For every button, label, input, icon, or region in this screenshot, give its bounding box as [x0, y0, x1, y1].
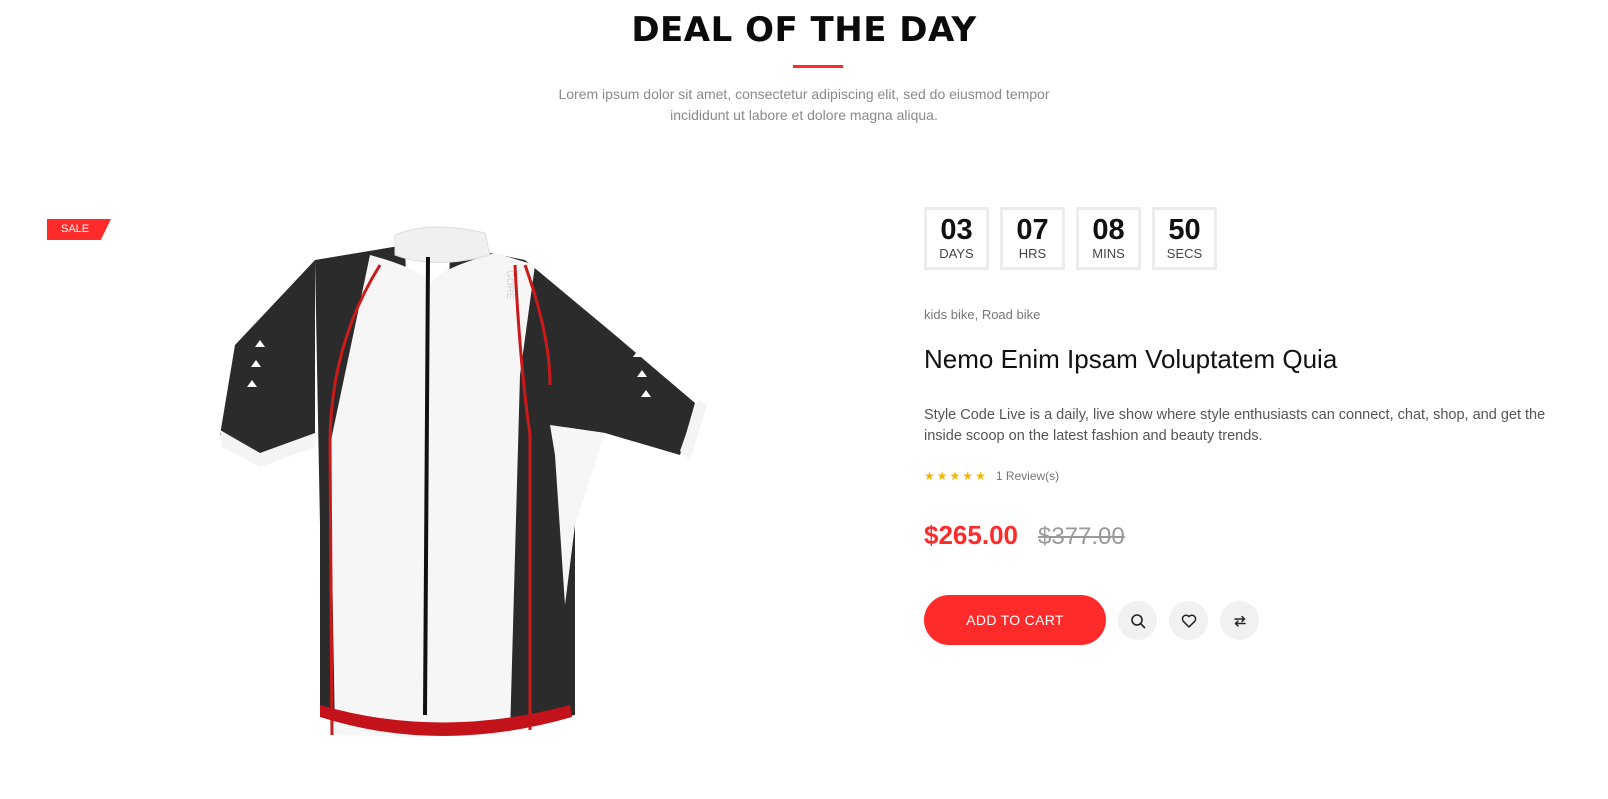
- product-title[interactable]: Nemo Enim Ipsam Voluptatem Quia: [924, 344, 1337, 375]
- star-icon: ★: [975, 469, 986, 483]
- heart-icon: [1181, 614, 1196, 628]
- compare-icon: [1233, 615, 1246, 627]
- category-link[interactable]: kids bike: [924, 307, 975, 322]
- countdown-days: 03 DAYS: [924, 207, 989, 270]
- section-subtitle: Lorem ipsum dolor sit amet, consectetur …: [558, 86, 1050, 123]
- old-price: $377.00: [1038, 523, 1125, 550]
- sale-badge: SALE: [47, 219, 111, 240]
- product-categories: kids bike, Road bike: [924, 307, 1041, 322]
- quick-view-button[interactable]: [1118, 601, 1157, 640]
- product-rating: ★ ★ ★ ★ ★ 1 Review(s): [924, 469, 1059, 483]
- star-icon: ★: [949, 469, 961, 483]
- jersey-brand-label: GORE: [504, 270, 515, 300]
- product-description: Style Code Live is a daily, live show wh…: [924, 407, 1546, 444]
- countdown-timer: 03 DAYS 07 HRS 08 MINS 50 SECS: [924, 207, 1217, 270]
- current-price: $265.00: [924, 520, 1018, 550]
- add-to-cart-button[interactable]: ADD TO CART: [924, 595, 1106, 645]
- search-icon: [1130, 613, 1145, 628]
- section-title: DEAL OF THE DAY: [631, 10, 977, 50]
- review-count[interactable]: 1 Review(s): [996, 469, 1059, 483]
- countdown-hours: 07 HRS: [1000, 207, 1065, 270]
- category-link[interactable]: Road bike: [982, 307, 1041, 322]
- product-image-jersey[interactable]: GORE: [220, 225, 720, 750]
- star-icon: ★: [962, 469, 974, 483]
- countdown-seconds: 50 SECS: [1152, 207, 1217, 270]
- wishlist-button[interactable]: [1169, 601, 1208, 640]
- compare-button[interactable]: [1220, 601, 1259, 640]
- countdown-minutes: 08 MINS: [1076, 207, 1141, 270]
- title-underline: [793, 65, 843, 68]
- star-icon: ★: [936, 469, 948, 483]
- star-icon: ★: [924, 469, 935, 483]
